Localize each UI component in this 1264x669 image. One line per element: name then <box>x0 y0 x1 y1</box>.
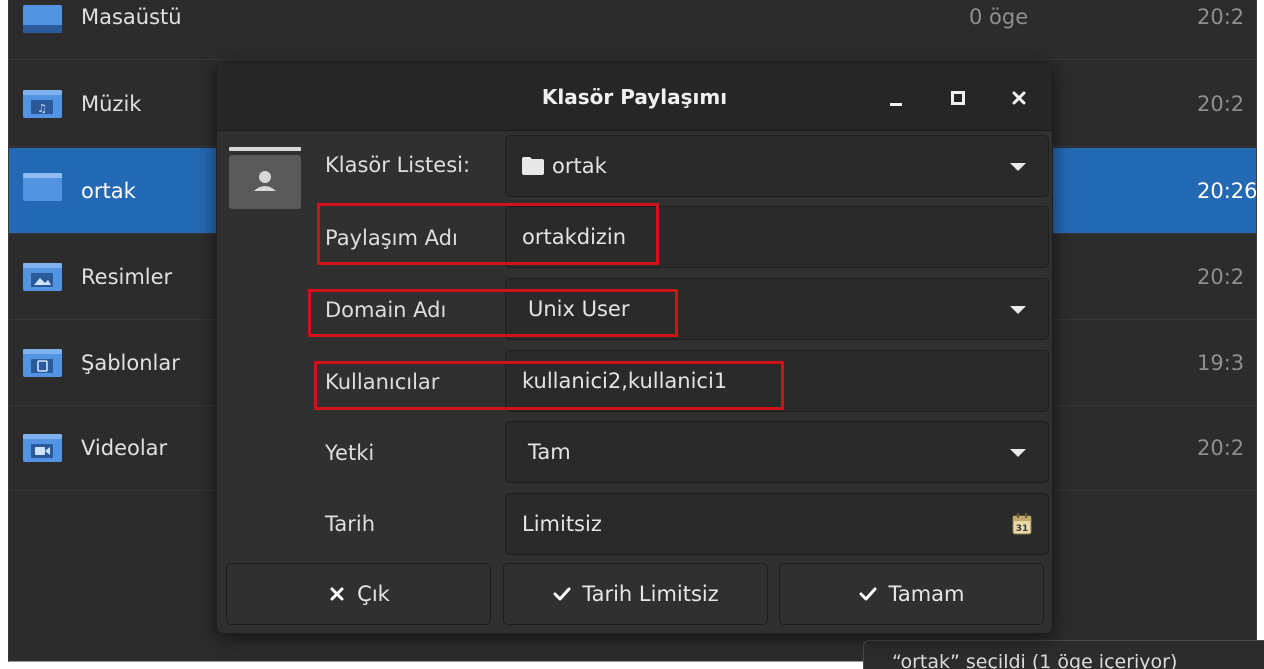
domain-name-dropdown[interactable]: Unix User <box>505 278 1049 340</box>
permission-dropdown[interactable]: Tam <box>505 421 1049 483</box>
file-row-masaustu[interactable]: Masaüstü 0 öge 20:2 <box>9 0 1256 60</box>
templates-folder-icon <box>23 349 62 377</box>
file-modified-time: 20:2 <box>1197 91 1245 116</box>
unlimited-date-button-label: Tarih Limitsiz <box>582 582 719 606</box>
svg-text:31: 31 <box>1016 524 1029 534</box>
file-name: Masaüstü <box>81 4 182 29</box>
dialog-titlebar[interactable]: Klasör Paylaşımı <box>217 63 1052 131</box>
date-input[interactable]: Limitsiz 31 <box>505 493 1049 555</box>
music-folder-icon: ♫ <box>23 90 62 118</box>
date-value: Limitsiz <box>522 512 602 536</box>
share-name-input[interactable]: ortakdizin <box>505 206 1049 268</box>
exit-button[interactable]: Çık <box>226 563 491 625</box>
file-modified-time: 20:2 <box>1197 264 1245 289</box>
folder-list-dropdown[interactable]: ortak <box>505 135 1049 197</box>
file-name: Videolar <box>81 435 168 460</box>
users-label: Kullanıcılar <box>325 370 440 394</box>
file-name: Müzik <box>81 91 142 116</box>
checkmark-icon <box>858 584 878 604</box>
videos-folder-icon <box>23 434 62 462</box>
share-name-value: ortakdizin <box>522 225 627 249</box>
close-icon <box>1012 91 1026 105</box>
file-modified-time: 19:3 <box>1197 350 1245 375</box>
unlimited-date-button[interactable]: Tarih Limitsiz <box>503 563 768 625</box>
close-icon <box>327 584 347 604</box>
chevron-down-icon <box>1010 449 1026 457</box>
minimize-button[interactable] <box>881 83 911 113</box>
permission-label: Yetki <box>325 441 375 465</box>
folder-list-value: ortak <box>552 154 607 178</box>
status-bar: “ortak” seçildi (1 öge içeriyor) <box>863 640 1264 669</box>
permission-value: Tam <box>528 440 571 464</box>
file-modified-time: 20:26 <box>1197 178 1257 203</box>
close-button[interactable] <box>1004 83 1034 113</box>
users-value: kullanici2,kullanici1 <box>522 369 728 393</box>
pictures-folder-icon <box>23 263 62 291</box>
folder-share-dialog: Klasör Paylaşımı Klasör Listesi: ortak P… <box>216 62 1053 634</box>
maximize-button[interactable] <box>943 83 973 113</box>
date-label: Tarih <box>325 512 375 536</box>
folder-list-label: Klasör Listesi: <box>325 153 471 177</box>
share-name-label: Paylaşım Adı <box>325 226 458 250</box>
file-name: Şablonlar <box>81 350 180 375</box>
domain-name-label: Domain Adı <box>325 298 447 322</box>
maximize-icon <box>951 91 965 105</box>
desktop-folder-icon <box>23 5 62 33</box>
chevron-down-icon <box>1010 306 1026 314</box>
users-input[interactable]: kullanici2,kullanici1 <box>505 350 1049 412</box>
ok-button-label: Tamam <box>888 582 965 606</box>
chevron-down-icon <box>1010 163 1026 171</box>
file-modified-time: 20:2 <box>1197 435 1245 460</box>
folder-icon <box>522 157 544 175</box>
calendar-icon[interactable]: 31 <box>1012 513 1032 535</box>
file-modified-time: 20:2 <box>1197 4 1245 29</box>
ok-button[interactable]: Tamam <box>779 563 1044 625</box>
minimize-icon <box>890 103 902 106</box>
checkmark-icon <box>552 584 572 604</box>
folder-icon <box>23 173 62 201</box>
file-item-count: 0 öge <box>969 4 1029 29</box>
folder-share-icon <box>229 147 301 209</box>
svg-text:♫: ♫ <box>37 102 47 115</box>
file-name: ortak <box>81 178 136 203</box>
dialog-title: Klasör Paylaşımı <box>541 85 728 109</box>
file-name: Resimler <box>81 264 173 289</box>
domain-name-value: Unix User <box>528 297 630 321</box>
exit-button-label: Çık <box>357 582 390 606</box>
